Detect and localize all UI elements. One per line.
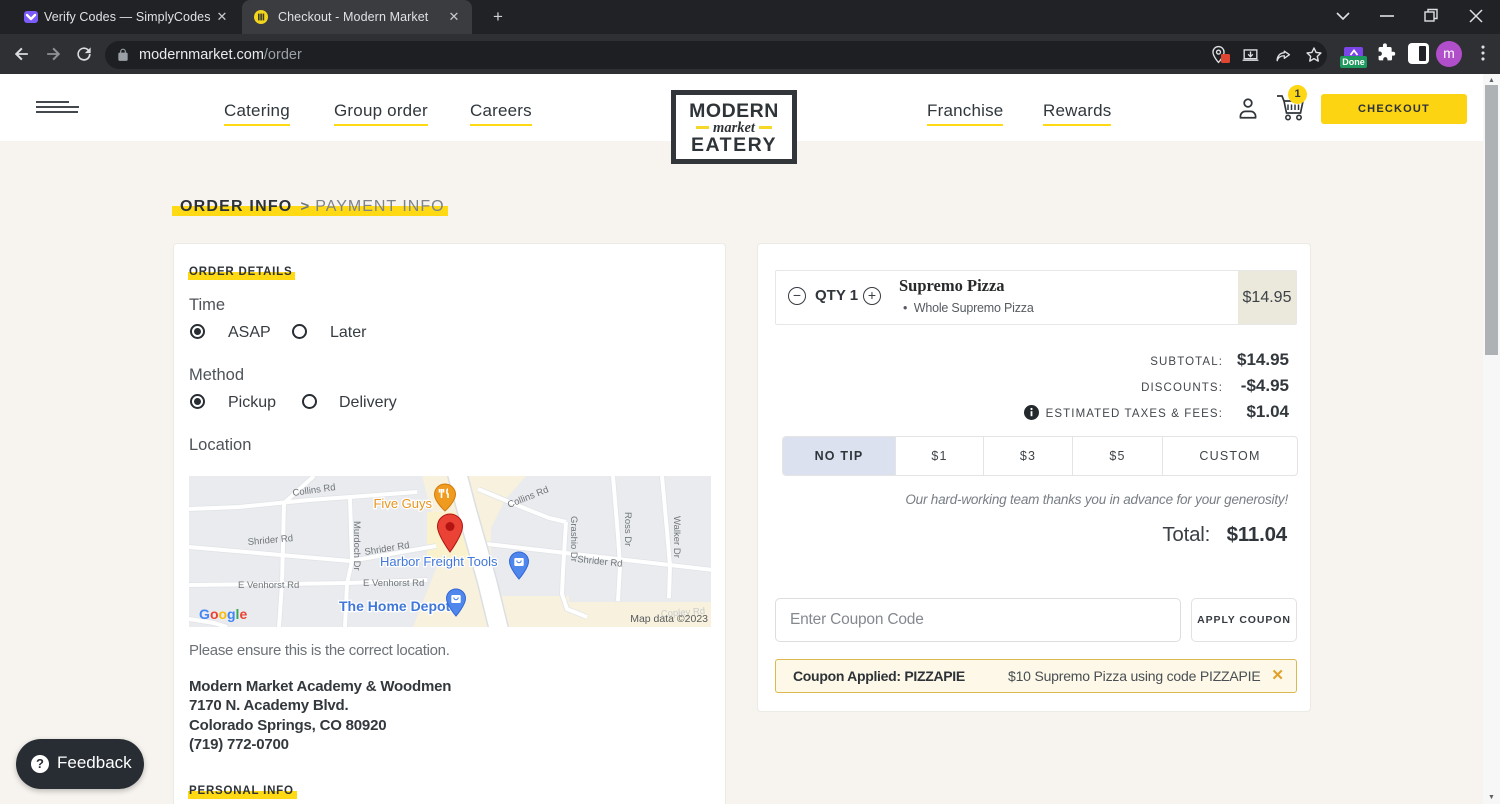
svg-text:Murdoch Dr: Murdoch Dr [351, 521, 362, 571]
svg-text:Ross Dr: Ross Dr [622, 512, 633, 546]
svg-text:e: e [240, 606, 248, 622]
svg-text:Harbor Freight Tools: Harbor Freight Tools [380, 554, 498, 569]
svg-text:G: G [199, 606, 210, 622]
svg-text:Grashio Dr: Grashio Dr [568, 516, 579, 562]
svg-text:g: g [227, 606, 236, 622]
svg-text:Map data ©2023: Map data ©2023 [630, 613, 708, 625]
svg-text:Walker Dr: Walker Dr [671, 516, 682, 558]
svg-text:E Venhorst Rd: E Venhorst Rd [363, 578, 424, 589]
svg-text:Five Guys: Five Guys [373, 496, 432, 511]
svg-text:o: o [210, 606, 219, 622]
svg-text:o: o [219, 606, 228, 622]
svg-text:E Venhorst Rd: E Venhorst Rd [238, 580, 299, 591]
svg-text:The Home Depot: The Home Depot [339, 598, 451, 614]
